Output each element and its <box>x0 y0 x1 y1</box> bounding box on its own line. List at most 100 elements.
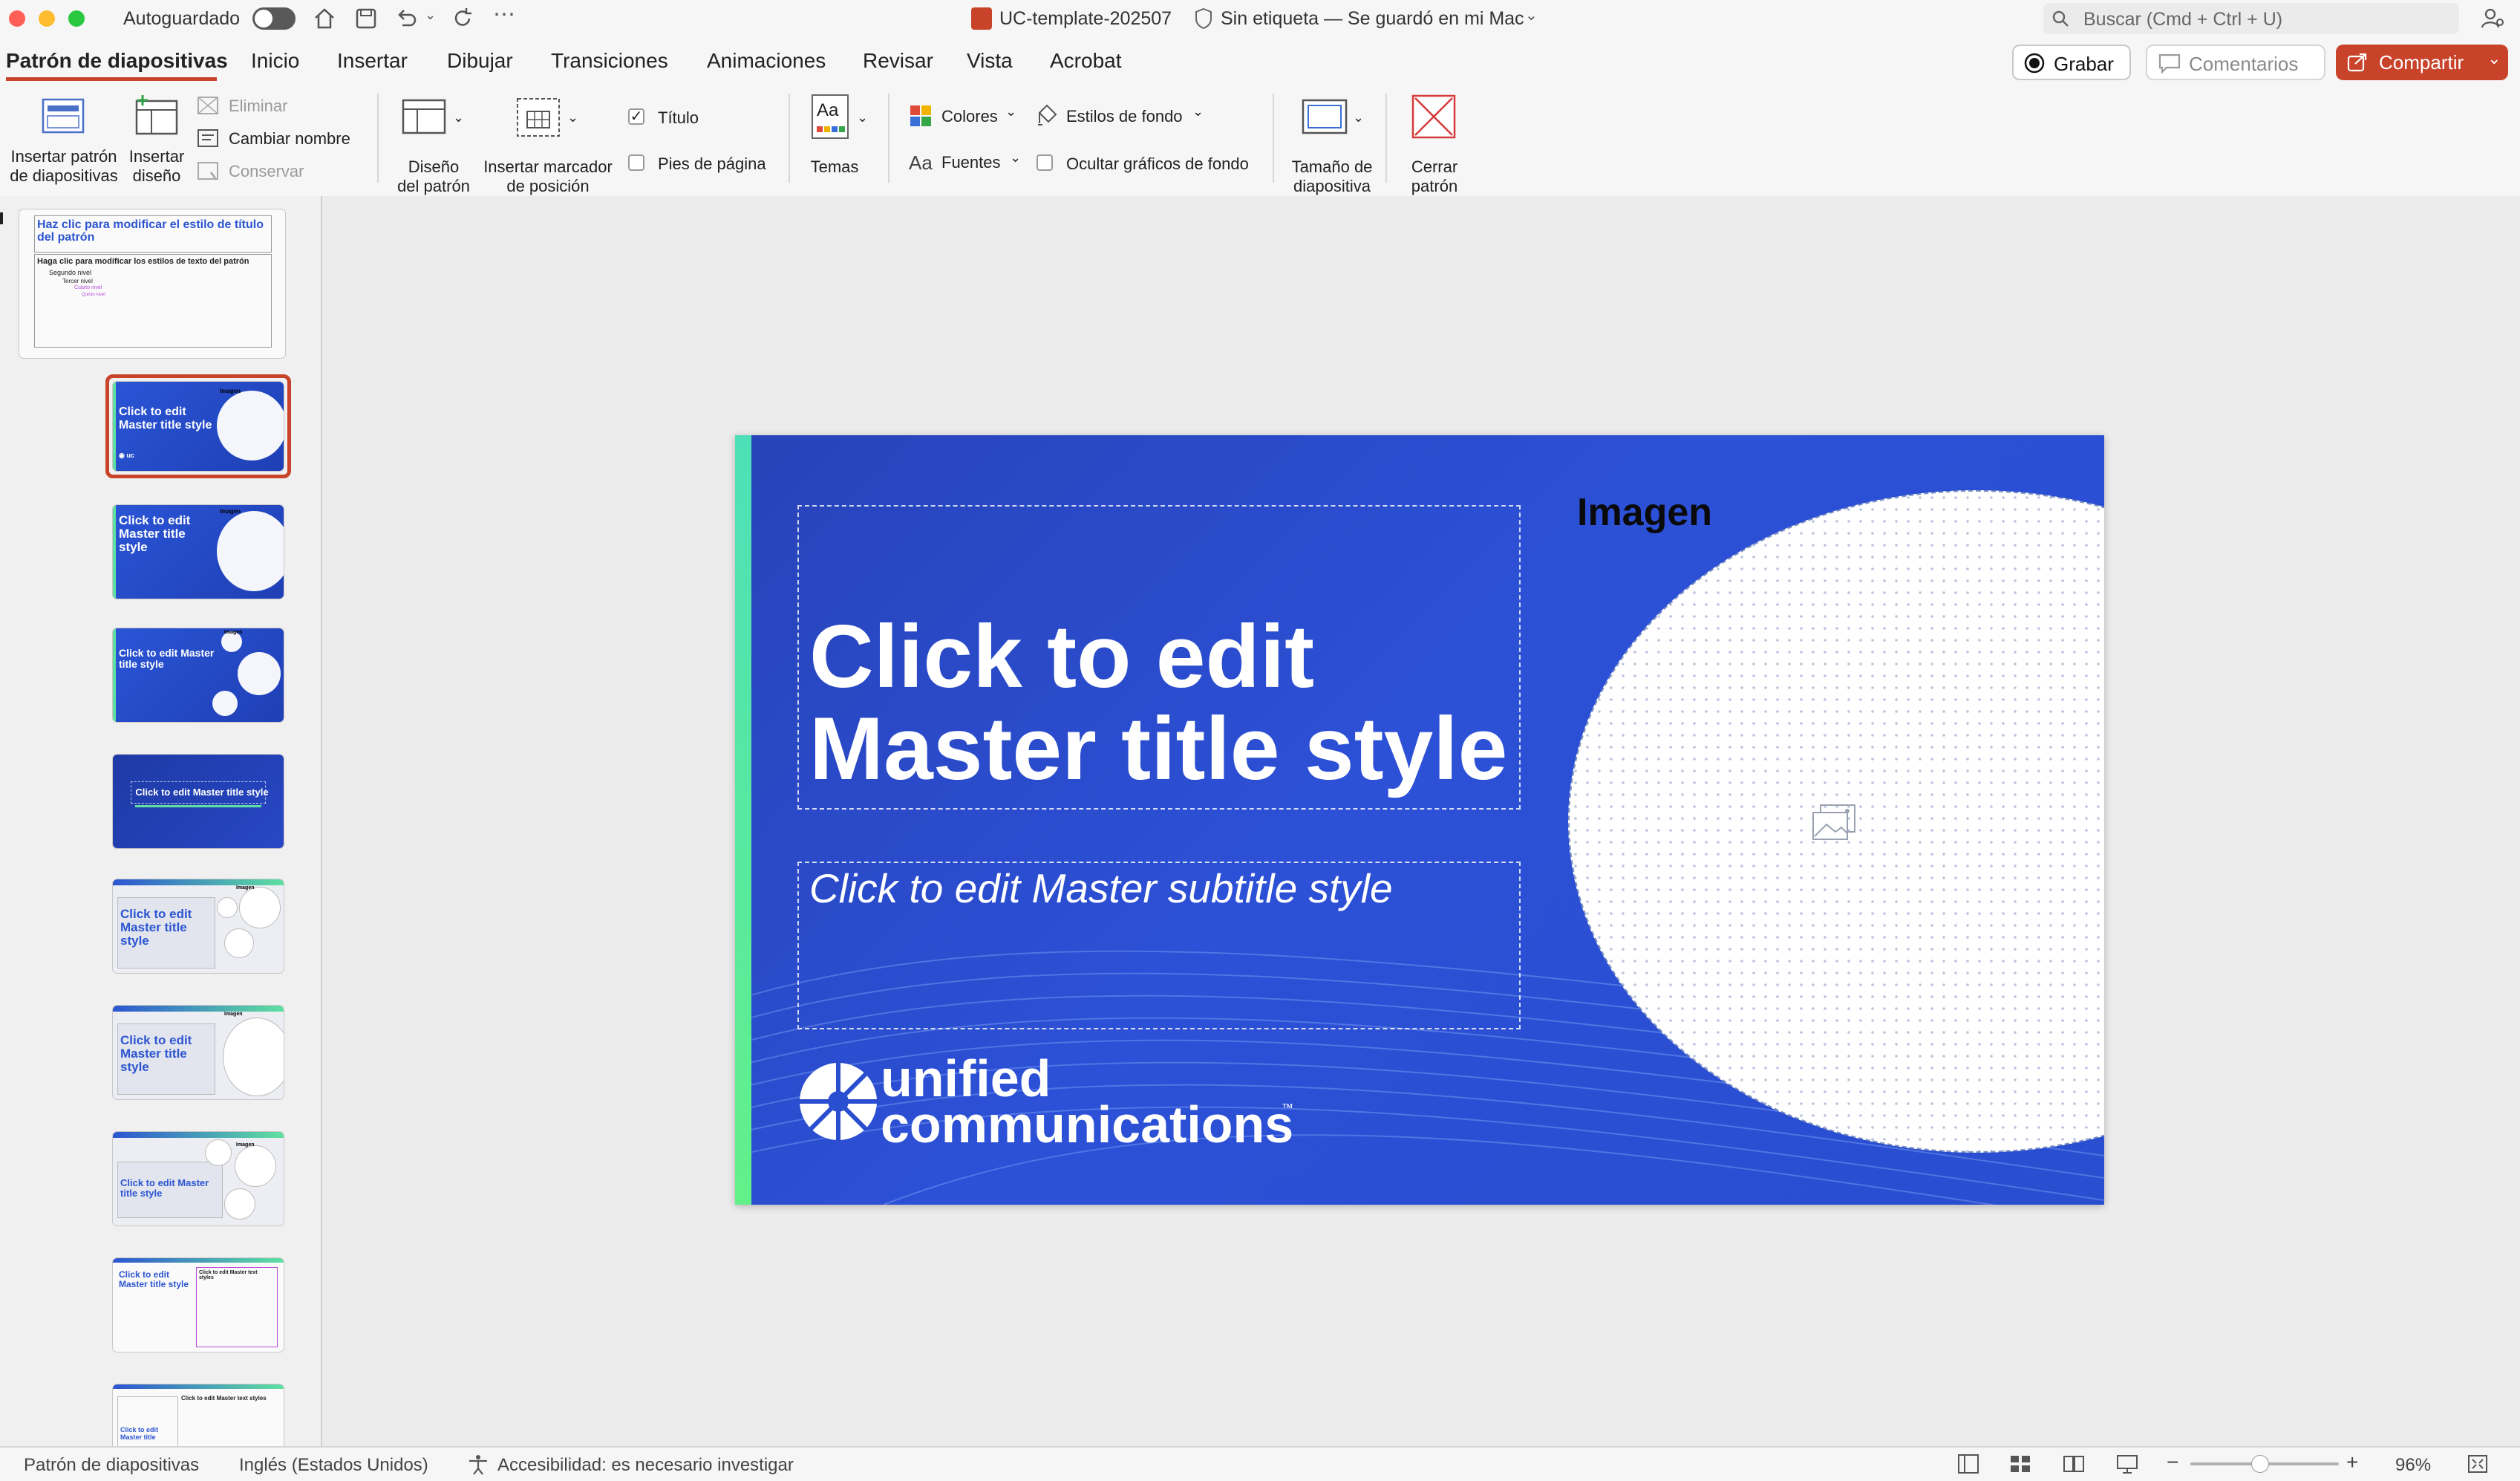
tab-transiciones[interactable]: Transiciones <box>551 49 668 73</box>
tab-insertar[interactable]: Insertar <box>337 49 408 73</box>
file-status-chevron-icon[interactable]: ⌄ <box>1525 6 1538 25</box>
layout-thumbnail-7[interactable]: Click to edit Master title style Imagen <box>113 1132 284 1226</box>
minimize-window-button[interactable] <box>39 10 55 27</box>
insert-master-label-2: de diapositivas <box>10 166 118 185</box>
ribbon-separator <box>1385 94 1387 183</box>
thumb-layout-title: Click to edit Master title style <box>120 907 192 948</box>
master-marker <box>0 212 3 224</box>
slide-thumbnail-pane[interactable]: Haz clic para modificar el estilo de tít… <box>0 196 322 1446</box>
tab-patron-diapositivas[interactable]: Patrón de diapositivas <box>6 49 228 73</box>
themes-button[interactable]: Aa ⌄ Temas <box>802 94 879 192</box>
master-title[interactable]: Click to edit Master title style <box>809 611 1507 795</box>
normal-view-icon[interactable] <box>1957 1454 1979 1474</box>
thumb-top-band <box>113 1132 284 1138</box>
record-icon <box>2024 53 2045 74</box>
accessibility-icon[interactable] <box>466 1454 490 1476</box>
thumb-text-styles: Click to edit Master text styles <box>199 1270 258 1280</box>
fonts-chevron-icon[interactable]: ⌄ <box>1010 150 1021 166</box>
search-box[interactable]: Buscar (Cmd + Ctrl + U) <box>2043 3 2459 34</box>
fit-to-window-icon[interactable] <box>2467 1454 2489 1474</box>
thumb-master-level2: Segundo nivel <box>49 269 92 276</box>
thumb-master-title: Haz clic para modificar el estilo de tít… <box>37 218 264 244</box>
svg-text:Aa: Aa <box>817 100 839 120</box>
master-slide-thumbnail[interactable]: Haz clic para modificar el estilo de tít… <box>19 209 285 358</box>
hide-background-checkbox-box[interactable] <box>1037 154 1053 171</box>
search-icon <box>2052 10 2069 27</box>
layout-thumbnail-5[interactable]: Click to edit Master title style Imagen <box>113 879 284 973</box>
tab-inicio[interactable]: Inicio <box>251 49 299 73</box>
layout-thumbnail-4[interactable]: Click to edit Master title style <box>113 755 284 848</box>
redo-icon[interactable] <box>450 6 475 31</box>
master-layout-chevron-icon[interactable]: ⌄ <box>453 110 464 126</box>
layout-thumbnail-2[interactable]: Click to edit Master title style Imagen <box>113 505 284 599</box>
insert-placeholder-chevron-icon[interactable]: ⌄ <box>567 110 578 126</box>
tab-revisar[interactable]: Revisar <box>863 49 933 73</box>
share-button[interactable]: Compartir ⌄ <box>2336 45 2508 80</box>
slide-layout[interactable]: Imagen Click to edit Master title style … <box>735 435 2104 1205</box>
presenter-view-icon[interactable] <box>2116 1454 2138 1474</box>
tab-dibujar[interactable]: Dibujar <box>447 49 513 73</box>
status-language[interactable]: Inglés (Estados Unidos) <box>239 1455 428 1476</box>
thumb-accent-bar <box>113 505 116 599</box>
layout-thumbnail-6[interactable]: Click to edit Master title style Imagen <box>113 1006 284 1099</box>
file-status[interactable]: Sin etiqueta — Se guardó en mi Mac <box>1221 8 1524 30</box>
footer-checkbox-box[interactable] <box>628 154 644 171</box>
undo-icon[interactable] <box>394 6 419 31</box>
thumb-green-rule <box>135 805 261 807</box>
autosave-toggle[interactable] <box>252 7 296 30</box>
slide-size-button[interactable]: ⌄ Tamaño de diapositiva <box>1286 94 1378 195</box>
themes-chevron-icon[interactable]: ⌄ <box>857 110 868 126</box>
fonts-icon: Aa <box>909 152 933 174</box>
background-styles-icon <box>1038 104 1057 126</box>
save-icon[interactable] <box>353 6 379 31</box>
slide-sorter-icon[interactable] <box>2009 1454 2031 1474</box>
insert-master-button[interactable]: Insertar patrón de diapositivas <box>4 94 123 192</box>
fonts-label: Fuentes <box>941 153 1001 172</box>
layout-thumbnail-9[interactable]: Click to edit Master title Click to edit… <box>113 1384 284 1446</box>
status-view[interactable]: Patrón de diapositivas <box>24 1455 199 1476</box>
insert-layout-button[interactable]: Insertar diseño <box>125 94 189 192</box>
accent-stripe <box>735 435 751 1205</box>
delete-label: Eliminar <box>229 97 288 115</box>
thumb-master-body: Haga clic para modificar los estilos de … <box>37 257 249 266</box>
close-master-label-2: patrón <box>1411 177 1458 195</box>
background-styles-chevron-icon[interactable]: ⌄ <box>1192 104 1204 120</box>
picture-icon[interactable] <box>1810 802 1858 844</box>
home-icon[interactable] <box>312 6 337 31</box>
status-accessibility[interactable]: Accesibilidad: es necesario investigar <box>497 1455 794 1476</box>
comments-button[interactable]: Comentarios <box>2146 45 2325 80</box>
undo-dropdown-chevron-icon[interactable]: ⌄ <box>425 7 436 23</box>
layout-thumbnail-1[interactable]: Click to edit Master title style Imagen … <box>113 382 284 471</box>
close-window-button[interactable] <box>9 10 25 27</box>
master-layout-button[interactable]: ⌄ Diseño del patrón <box>391 94 477 195</box>
more-icon[interactable]: ⋯ <box>493 1 515 27</box>
insert-placeholder-button[interactable]: ⌄ Insertar marcador de posición <box>480 94 616 195</box>
zoom-slider-thumb[interactable] <box>2251 1455 2269 1473</box>
tab-animaciones[interactable]: Animaciones <box>707 49 826 73</box>
thumb-image-circle <box>217 511 284 591</box>
preserve-icon <box>198 162 218 180</box>
status-bar: Patrón de diapositivas Inglés (Estados U… <box>0 1446 2520 1481</box>
layout-thumbnail-3[interactable]: Click to edit Master title style Imagen <box>113 628 284 722</box>
ribbon-tabs: Patrón de diapositivas Inicio Insertar D… <box>0 39 2520 83</box>
record-button[interactable]: Grabar <box>2012 45 2131 80</box>
account-icon[interactable] <box>2480 6 2505 31</box>
colors-chevron-icon[interactable]: ⌄ <box>1005 104 1016 120</box>
zoom-level[interactable]: 96% <box>2395 1455 2431 1476</box>
zoom-window-button[interactable] <box>68 10 85 27</box>
thumb-master-level5: Quinto nivel <box>82 293 105 297</box>
zoom-out-icon[interactable]: − <box>2167 1451 2178 1474</box>
ribbon: Insertar patrón de diapositivas Insertar… <box>0 83 2520 198</box>
share-chevron-icon[interactable]: ⌄ <box>2487 49 2501 68</box>
tab-acrobat[interactable]: Acrobat <box>1050 49 1122 73</box>
slide-size-chevron-icon[interactable]: ⌄ <box>1353 110 1364 126</box>
reading-view-icon[interactable] <box>2063 1454 2085 1474</box>
close-master-button[interactable]: Cerrar patrón <box>1397 94 1472 195</box>
title-checkbox-box[interactable]: ✓ <box>628 108 644 125</box>
thumb-layout-title: Click to edit Master title style <box>119 513 191 554</box>
layout-thumbnail-8[interactable]: Click to edit Master title style Click t… <box>113 1258 284 1352</box>
comment-icon <box>2158 53 2181 74</box>
tab-vista[interactable]: Vista <box>967 49 1013 73</box>
zoom-in-icon[interactable]: + <box>2346 1451 2358 1474</box>
master-subtitle[interactable]: Click to edit Master subtitle style <box>809 865 1393 912</box>
